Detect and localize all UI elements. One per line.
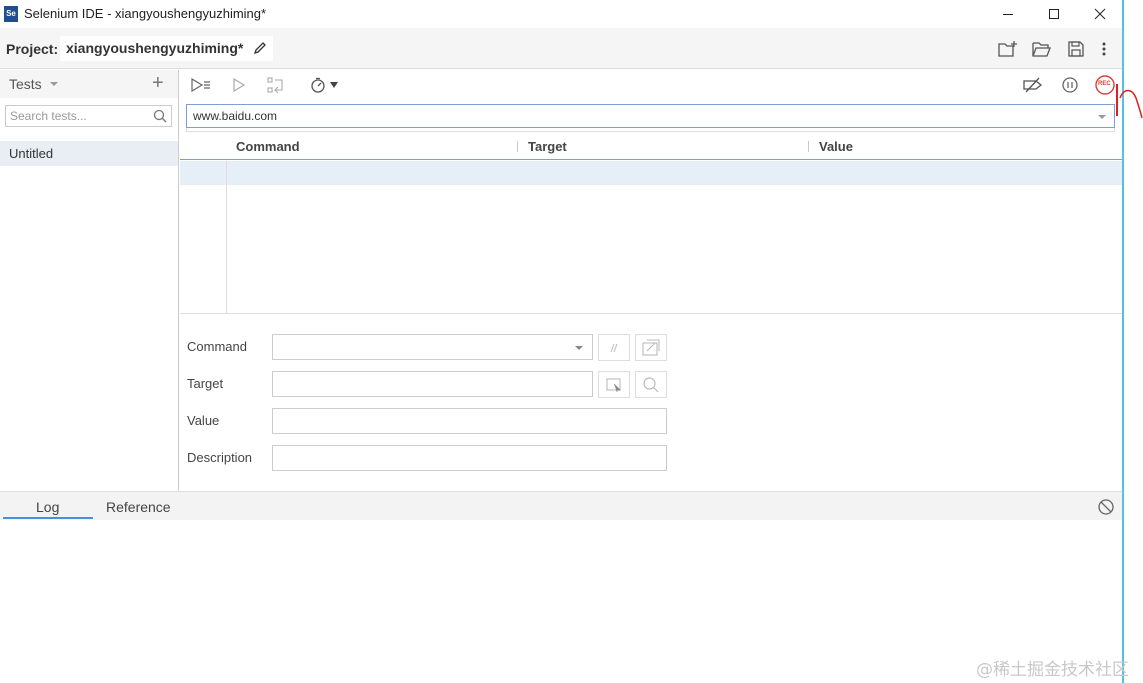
- run-all-tests-button[interactable]: [190, 74, 212, 96]
- open-reference-button[interactable]: [635, 334, 667, 361]
- watermark: @稀土掘金技术社区: [976, 660, 1129, 680]
- column-divider: [517, 141, 518, 152]
- minimize-button[interactable]: [985, 0, 1031, 28]
- command-table-header: Command Target Value: [180, 136, 1122, 160]
- tests-header: Tests +: [0, 70, 178, 98]
- save-project-button[interactable]: [1065, 38, 1087, 60]
- column-target: Target: [528, 139, 567, 154]
- open-window-icon: [642, 338, 660, 356]
- test-item-label: Untitled: [9, 146, 54, 161]
- selenium-logo: Se: [4, 6, 18, 22]
- search-tests-input[interactable]: [5, 105, 172, 127]
- bottom-panel-tabs: Log Reference: [0, 491, 1122, 520]
- tests-sidebar: Tests + Untitled: [0, 70, 179, 491]
- test-item-untitled[interactable]: Untitled: [0, 141, 178, 166]
- column-command: Command: [236, 139, 300, 154]
- column-value: Value: [819, 139, 853, 154]
- project-name[interactable]: xiangyoushengyuzhiming*: [60, 36, 274, 61]
- project-label: Project:: [6, 41, 59, 57]
- table-gutter: [226, 161, 227, 313]
- value-input[interactable]: [272, 408, 667, 434]
- close-icon: [1094, 8, 1106, 20]
- select-target-button[interactable]: [598, 371, 630, 398]
- description-label: Description: [187, 450, 253, 465]
- open-project-icon: [1032, 42, 1051, 57]
- save-project-icon: [1068, 41, 1084, 57]
- maximize-icon: [1049, 9, 1059, 19]
- description-input[interactable]: [272, 445, 667, 471]
- base-url-input[interactable]: [186, 104, 1115, 128]
- chevron-down-icon[interactable]: [575, 346, 583, 350]
- more-menu-button[interactable]: [1093, 38, 1115, 60]
- tab-reference[interactable]: Reference: [106, 499, 171, 515]
- disable-breakpoints-button[interactable]: [1022, 74, 1044, 96]
- new-project-icon: [998, 41, 1017, 57]
- search-icon: [643, 376, 659, 392]
- record-label: REC: [1098, 81, 1111, 87]
- tests-dropdown[interactable]: Tests: [9, 76, 42, 92]
- add-test-button[interactable]: +: [152, 72, 164, 95]
- tab-log[interactable]: Log: [36, 499, 59, 515]
- run-all-tests-icon: [191, 78, 210, 92]
- more-menu-icon: [1102, 42, 1106, 56]
- test-speed-icon: [311, 77, 338, 93]
- target-input[interactable]: [272, 371, 593, 397]
- chevron-down-icon[interactable]: [1098, 115, 1106, 119]
- title-bar: Se Selenium IDE - xiangyoushengyuzhiming…: [0, 0, 1143, 28]
- active-tab-indicator: [3, 517, 93, 519]
- run-current-test-button[interactable]: [231, 74, 247, 96]
- project-name-text: xiangyoushengyuzhiming*: [66, 40, 244, 56]
- table-row[interactable]: [180, 161, 1122, 185]
- comment-icon: [610, 343, 618, 352]
- comment-toggle-button[interactable]: [598, 334, 630, 361]
- open-project-button[interactable]: [1031, 38, 1053, 60]
- select-target-icon: [606, 377, 621, 392]
- minimize-icon: [1003, 14, 1013, 15]
- toolbar: REC: [180, 70, 1122, 100]
- project-bar: Project: xiangyoushengyuzhiming*: [0, 28, 1122, 69]
- run-current-test-icon: [233, 78, 246, 92]
- step-over-icon: [267, 77, 283, 93]
- find-target-button[interactable]: [635, 371, 667, 398]
- window-title: Selenium IDE - xiangyoushengyuzhiming*: [24, 6, 267, 21]
- edit-pencil-icon[interactable]: [253, 41, 267, 55]
- pause-on-exceptions-button[interactable]: [1060, 74, 1080, 96]
- chevron-down-icon[interactable]: [50, 82, 58, 86]
- target-label: Target: [187, 376, 224, 391]
- command-label: Command: [187, 339, 247, 354]
- column-divider: [808, 141, 809, 152]
- search-icon: [153, 109, 167, 123]
- command-input[interactable]: [272, 334, 593, 360]
- disable-breakpoints-icon: [1023, 77, 1043, 93]
- step-over-button[interactable]: [266, 74, 286, 96]
- url-dropdown-shadow: [186, 128, 1115, 132]
- new-project-button[interactable]: [997, 38, 1019, 60]
- maximize-button[interactable]: [1031, 0, 1077, 28]
- close-button[interactable]: [1077, 0, 1123, 28]
- table-divider: [180, 313, 1122, 314]
- clear-log-icon[interactable]: [1097, 498, 1115, 516]
- pause-on-exceptions-icon: [1062, 77, 1078, 93]
- value-label: Value: [187, 413, 220, 428]
- test-speed-button[interactable]: [309, 74, 341, 96]
